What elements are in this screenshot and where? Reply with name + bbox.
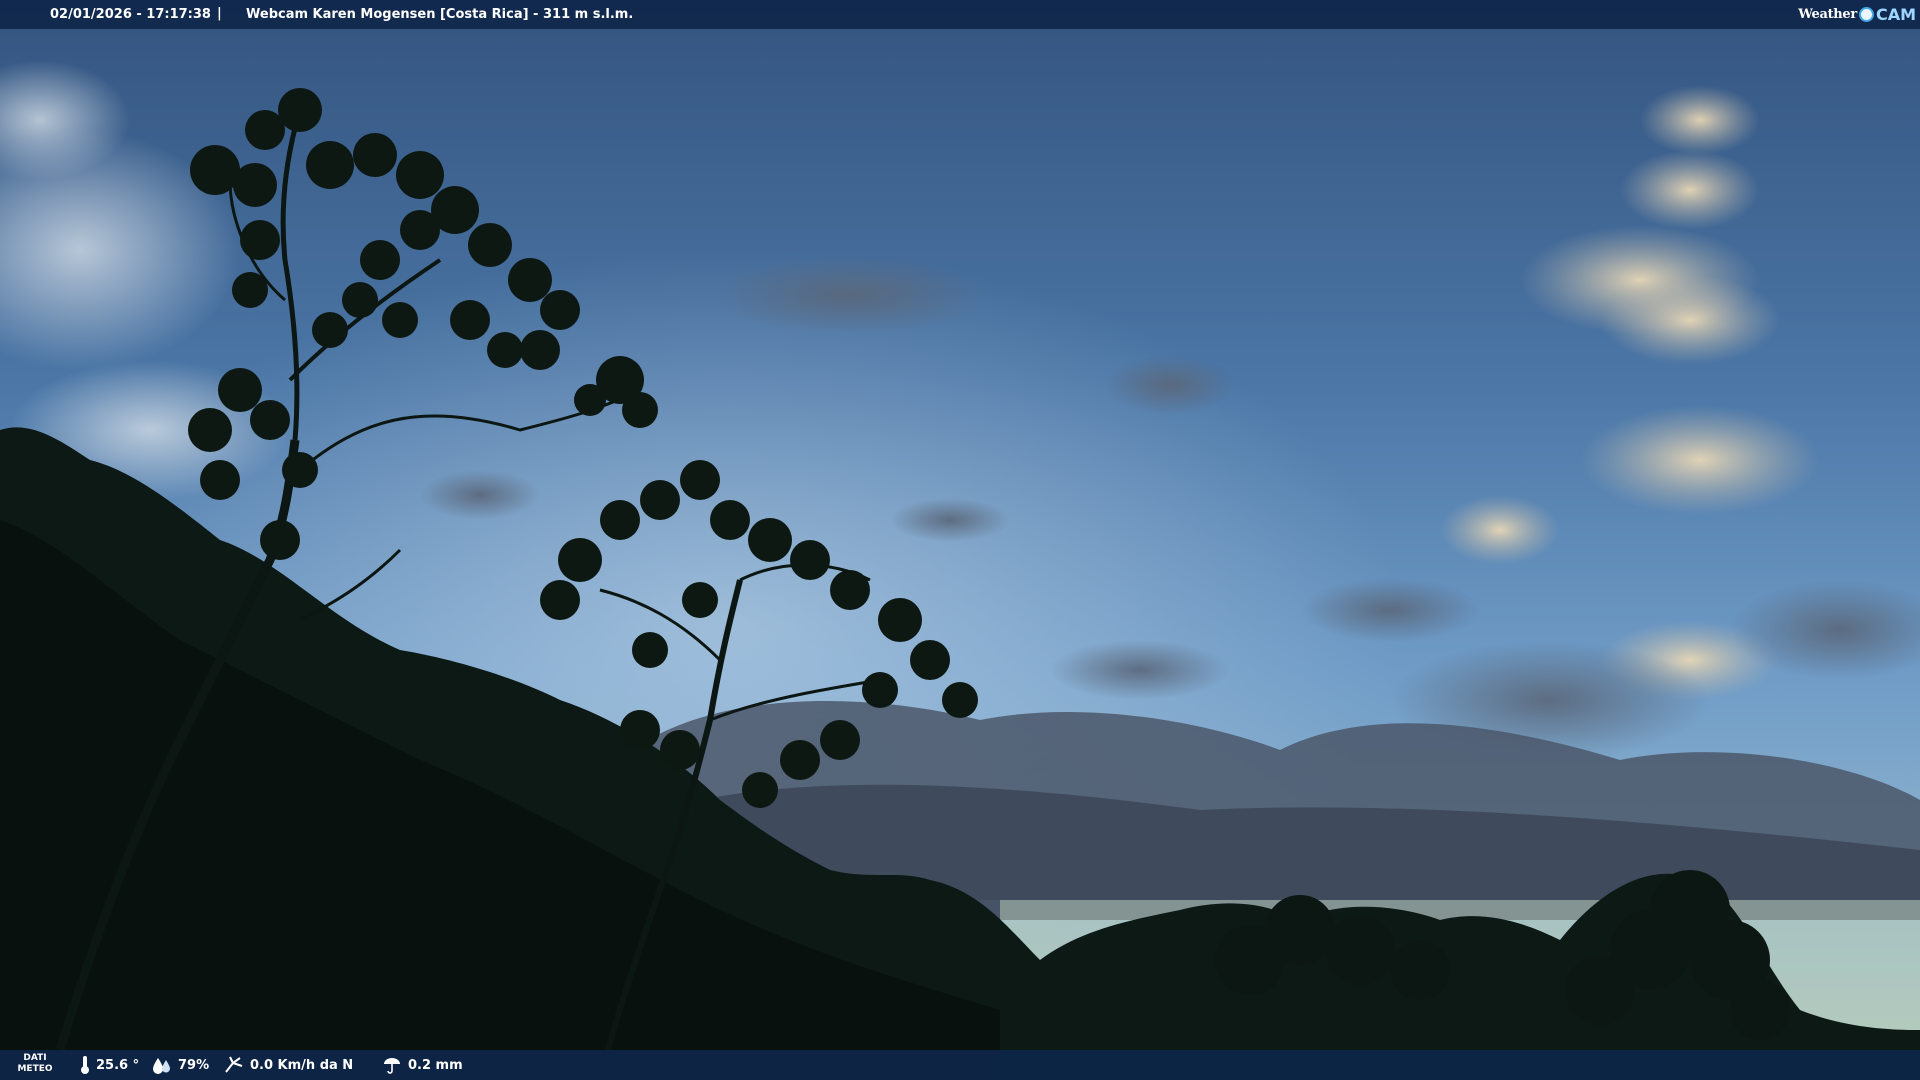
webcam-title: Webcam Karen Mogensen [Costa Rica] - 311… <box>246 7 634 22</box>
logo-word: Weather <box>1798 7 1857 22</box>
title-separator: | <box>217 6 222 21</box>
weathercam-logo: Weather CAM <box>1798 0 1920 29</box>
weather-data-bar: DATI METEO 25.6 ° 79% 0.0 Km/h da N 0.2 … <box>0 1050 1920 1080</box>
dati-label-line2: METEO <box>17 1064 53 1074</box>
dati-label-line1: DATI <box>23 1053 47 1063</box>
humidity-reading: 79% <box>152 1050 209 1080</box>
logo-globe-icon <box>1858 7 1874 22</box>
dati-meteo-label: DATI METEO <box>14 1053 56 1075</box>
logo-cam: CAM <box>1875 5 1916 24</box>
rain-icon <box>384 1058 400 1074</box>
rain-reading: 0.2 mm <box>382 1050 463 1080</box>
humidity-icon <box>153 1058 170 1074</box>
wind-value: 0.0 Km/h da N <box>250 1057 354 1073</box>
top-info-bar: 02/01/2026 - 17:17:38 | Webcam Karen Mog… <box>0 0 1920 29</box>
wind-icon <box>225 1056 243 1073</box>
humidity-value: 79% <box>178 1057 210 1073</box>
thermometer-icon <box>81 1056 89 1074</box>
wind-reading: 0.0 Km/h da N <box>224 1050 353 1080</box>
webcam-image <box>0 0 1920 1080</box>
temperature-value: 25.6 ° <box>96 1057 140 1073</box>
datetime-label: 02/01/2026 - 17:17:38 <box>50 7 211 22</box>
temperature-reading: 25.6 ° <box>80 1050 139 1080</box>
rain-value: 0.2 mm <box>408 1057 463 1073</box>
